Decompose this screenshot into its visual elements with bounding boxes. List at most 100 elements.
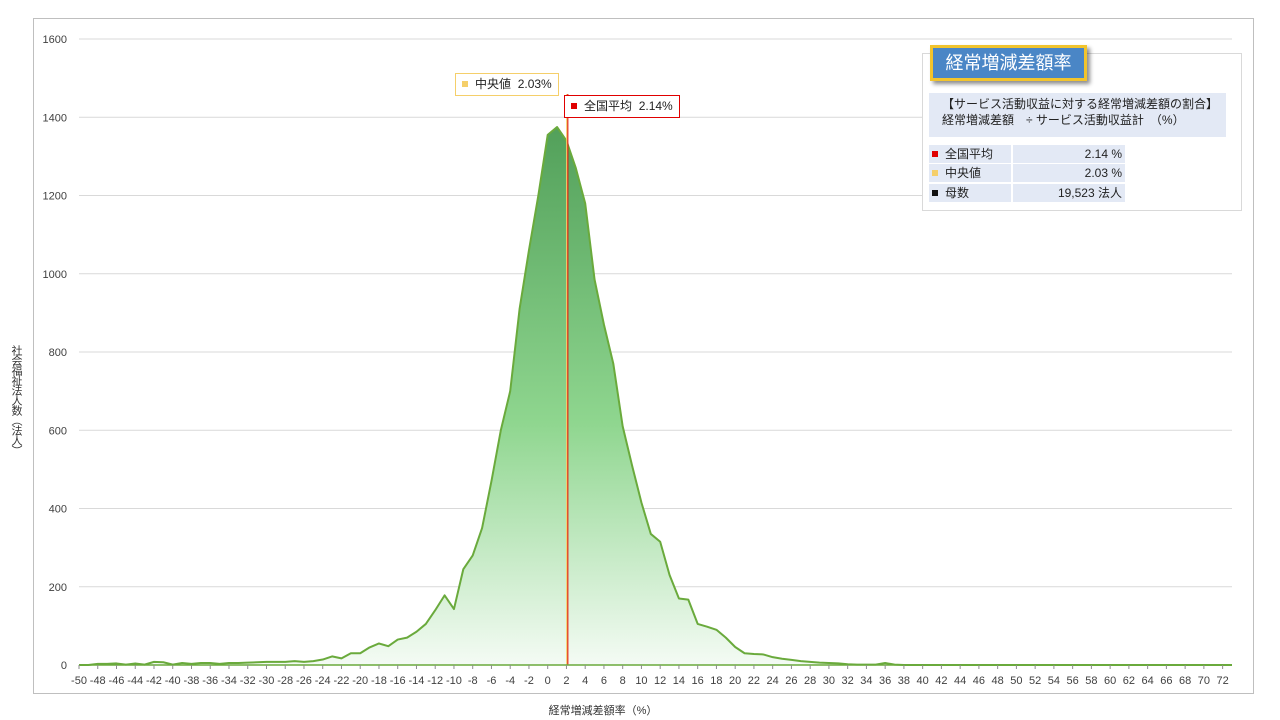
x-tick-label: -22 — [334, 675, 350, 687]
x-tick-label: -20 — [352, 675, 368, 687]
x-tick-label: -38 — [184, 675, 200, 687]
x-tick-label: 50 — [1010, 675, 1022, 687]
x-tick-label: 10 — [635, 675, 647, 687]
x-tick-label: 14 — [673, 675, 685, 687]
x-tick-label: 40 — [917, 675, 929, 687]
x-tick-label: -4 — [505, 675, 515, 687]
x-tick-label: 44 — [954, 675, 966, 687]
info-formula: 【サービス活動収益に対する経常増減差額の割合】 経常増減差額 ÷ サービス活動収… — [929, 93, 1226, 137]
x-tick-label: -12 — [427, 675, 443, 687]
info-row-mean-value: 2.14 % — [1013, 145, 1125, 163]
x-tick-label: -46 — [109, 675, 125, 687]
info-row-mean-label: 全国平均 — [945, 147, 994, 161]
x-tick-label: -42 — [146, 675, 162, 687]
x-tick-label: 34 — [860, 675, 872, 687]
x-tick-label: 42 — [935, 675, 947, 687]
y-tick-label: 600 — [49, 425, 67, 437]
info-row-median-label-cell: 中央値 — [929, 164, 1011, 182]
x-tick-label: 70 — [1198, 675, 1210, 687]
x-tick-label: 46 — [973, 675, 985, 687]
x-tick-label: -26 — [296, 675, 312, 687]
y-tick-label: 800 — [49, 347, 67, 359]
x-tick-label: 32 — [842, 675, 854, 687]
x-tick-label: 66 — [1160, 675, 1172, 687]
x-tick-label: 6 — [601, 675, 607, 687]
x-tick-label: -16 — [390, 675, 406, 687]
info-formula-line2: 経常増減差額 ÷ サービス活動収益計 （%） — [942, 113, 1185, 127]
x-tick-label: 64 — [1142, 675, 1154, 687]
x-tick-label: -28 — [277, 675, 293, 687]
x-axis-label: 経常増減差額率（%） — [548, 705, 658, 717]
x-tick-label: -14 — [409, 675, 425, 687]
x-tick-label: -6 — [487, 675, 497, 687]
info-row-mean-label-cell: 全国平均 — [929, 145, 1011, 163]
info-row-median-label: 中央値 — [945, 166, 982, 180]
x-tick-label: 72 — [1217, 675, 1229, 687]
x-tick-label: 18 — [710, 675, 722, 687]
x-tick-label: 20 — [729, 675, 741, 687]
x-tick-label: 8 — [620, 675, 626, 687]
y-tick-label: 200 — [49, 582, 67, 594]
x-tick-label: 38 — [898, 675, 910, 687]
x-tick-label: -44 — [127, 675, 143, 687]
x-tick-label: -24 — [315, 675, 331, 687]
info-row-count-label-cell: 母数 — [929, 184, 1011, 202]
x-tick-label: 36 — [879, 675, 891, 687]
median-square-icon — [462, 80, 468, 87]
x-tick-label: 22 — [748, 675, 760, 687]
x-tick-label: -10 — [446, 675, 462, 687]
x-tick-label: 26 — [785, 675, 797, 687]
y-tick-label: 400 — [49, 504, 67, 516]
x-tick-label: 54 — [1048, 675, 1060, 687]
median-callout: 中央値 2.03% — [455, 73, 559, 96]
info-title: 経常増減差額率 — [930, 45, 1087, 81]
x-tick-label: -48 — [90, 675, 106, 687]
x-tick-label: -8 — [468, 675, 478, 687]
info-row-median-value: 2.03 % — [1013, 164, 1125, 182]
info-row-count-value: 19,523 法人 — [1013, 184, 1125, 202]
x-tick-label: 0 — [545, 675, 551, 687]
mean-callout-label: 全国平均 — [584, 99, 633, 113]
median-callout-value: 2.03% — [517, 77, 552, 91]
x-tick-label: 62 — [1123, 675, 1135, 687]
x-tick-label: 52 — [1029, 675, 1041, 687]
x-tick-label: -40 — [165, 675, 181, 687]
x-tick-label: 60 — [1104, 675, 1116, 687]
mean-square-icon — [932, 150, 938, 157]
x-tick-label: 16 — [692, 675, 704, 687]
x-tick-label: 48 — [992, 675, 1004, 687]
mean-square-icon — [571, 102, 577, 109]
y-tick-label: 1400 — [43, 112, 67, 124]
x-tick-label: 12 — [654, 675, 666, 687]
y-tick-label: 1000 — [43, 269, 67, 281]
x-tick-label: 4 — [582, 675, 588, 687]
info-row-count: 母数 19,523 法人 — [929, 184, 1125, 202]
mean-callout-value: 2.14% — [638, 99, 673, 113]
y-tick-label: 1200 — [43, 191, 67, 203]
info-row-median: 中央値 2.03 % — [929, 164, 1125, 182]
y-tick-label: 0 — [61, 660, 67, 672]
mean-callout: 全国平均 2.14% — [564, 95, 680, 118]
x-tick-label: -2 — [524, 675, 534, 687]
count-square-icon — [932, 189, 938, 196]
x-tick-label: -36 — [202, 675, 218, 687]
median-square-icon — [932, 169, 938, 176]
median-callout-label: 中央値 — [475, 77, 512, 91]
x-tick-label: -18 — [371, 675, 387, 687]
x-tick-label: -50 — [71, 675, 87, 687]
x-tick-label: 68 — [1179, 675, 1191, 687]
info-formula-line1: 【サービス活動収益に対する経常増減差額の割合】 — [942, 97, 1219, 111]
x-tick-label: 28 — [804, 675, 816, 687]
x-tick-label: 56 — [1067, 675, 1079, 687]
x-tick-label: -30 — [259, 675, 275, 687]
info-row-count-label: 母数 — [945, 186, 970, 200]
x-tick-label: 30 — [823, 675, 835, 687]
y-axis-label: 社会福祉法人数（法人） — [10, 345, 22, 455]
x-tick-label: 58 — [1085, 675, 1097, 687]
x-tick-label: -34 — [221, 675, 237, 687]
info-row-mean: 全国平均 2.14 % — [929, 145, 1125, 163]
y-tick-label: 1600 — [43, 34, 67, 46]
x-tick-label: -32 — [240, 675, 256, 687]
x-tick-label: 24 — [767, 675, 779, 687]
x-tick-label: 2 — [563, 675, 569, 687]
